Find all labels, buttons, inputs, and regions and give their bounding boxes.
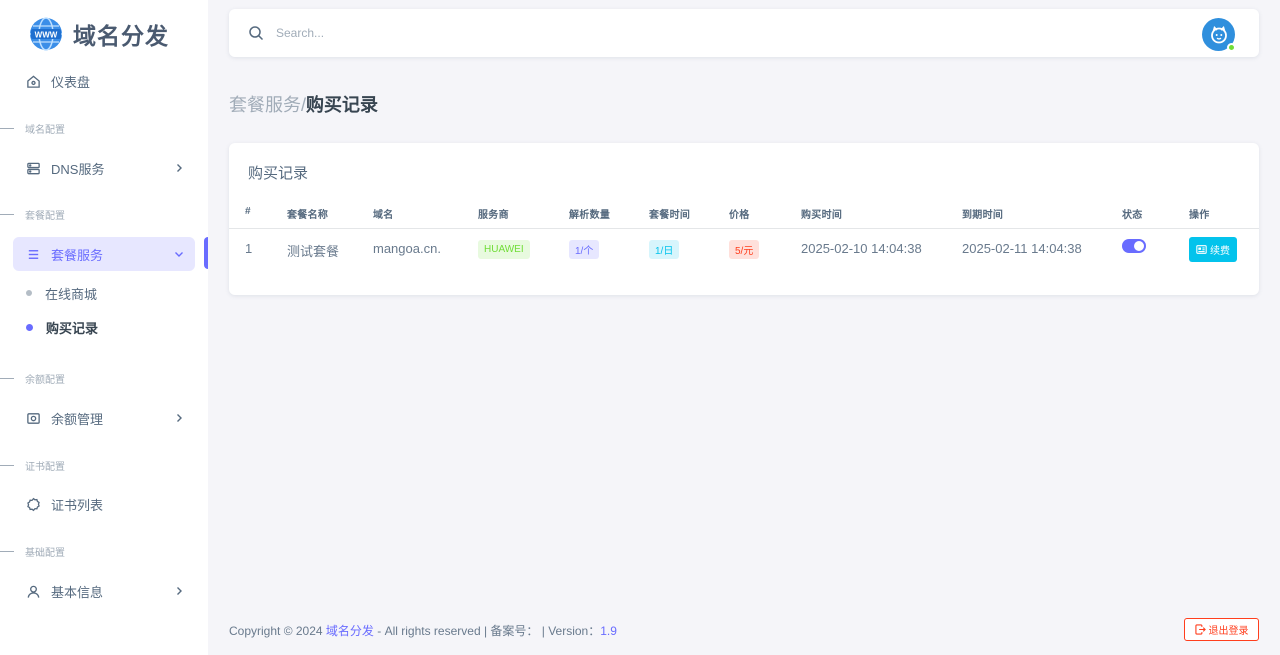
sidebar-subitem-purchase-records[interactable]: 购买记录 <box>26 317 98 337</box>
purchase-records-card: 购买记录 # 套餐名称 域名 服务商 解析数量 套餐时间 价格 购买时间 到期时… <box>229 143 1259 295</box>
cell-expire-time: 2025-02-11 14:04:38 <box>962 241 1082 256</box>
avatar[interactable] <box>1202 18 1236 52</box>
chevron-down-icon <box>175 252 183 257</box>
home-icon <box>25 73 41 89</box>
cat-avatar-icon <box>1210 25 1227 43</box>
badge-icon <box>25 496 41 512</box>
breadcrumb-parent[interactable]: 套餐服务/ <box>229 95 306 115</box>
brand[interactable]: WWW 域名分发 <box>29 16 169 52</box>
menu-header-package: 套餐配置 <box>0 207 208 222</box>
sidebar: WWW 域名分发 仪表盘 域名配置 DNS服务 套餐配置 套餐服务 在线商城 购… <box>0 0 208 655</box>
package-time-badge: 1/日 <box>649 240 680 259</box>
column-header: 价格 <box>729 210 750 221</box>
column-header: 状态 <box>1122 210 1143 221</box>
cell-purchase-time: 2025-02-10 14:04:38 <box>801 241 922 256</box>
sidebar-item-package-service[interactable]: 套餐服务 <box>13 237 195 271</box>
breadcrumb: 套餐服务/购买记录 <box>229 91 378 117</box>
sidebar-subitem-online-store[interactable]: 在线商城 <box>26 283 97 303</box>
menu-header-domain: 域名配置 <box>0 121 208 136</box>
user-icon <box>25 583 41 599</box>
menu-header-basic: 基础配置 <box>0 544 208 559</box>
footer-brand-link[interactable]: 域名分发 <box>326 624 374 638</box>
logout-icon <box>1194 624 1206 635</box>
page-title: 购买记录 <box>306 95 379 115</box>
svg-text:WWW: WWW <box>35 31 58 40</box>
cell-index: 1 <box>245 241 253 256</box>
footer-rights: - All rights reserved | 备案号： | Version： <box>373 624 601 638</box>
sidebar-item-label: 仪表盘 <box>51 74 91 90</box>
menu-header-cert: 证书配置 <box>0 458 208 473</box>
card-id-icon <box>1196 245 1207 254</box>
status-toggle[interactable] <box>1122 239 1146 253</box>
renew-button[interactable]: 续费 <box>1189 237 1237 262</box>
menu-header-balance: 余额配置 <box>0 371 208 386</box>
price-badge: 5/元 <box>729 240 760 259</box>
footer-version: 1.9 <box>600 624 617 638</box>
online-status-dot <box>1227 43 1236 52</box>
sidebar-item-cert-list[interactable]: 证书列表 <box>13 487 195 521</box>
sidebar-item-dashboard[interactable]: 仪表盘 <box>13 64 195 98</box>
chevron-right-icon <box>177 587 182 595</box>
cell-domain: mangoa.cn. <box>373 241 441 256</box>
active-indicator <box>204 237 208 269</box>
sidebar-item-balance[interactable]: 余额管理 <box>13 401 195 435</box>
bullet-icon <box>26 290 32 296</box>
sidebar-item-dns[interactable]: DNS服务 <box>13 151 195 185</box>
sidebar-item-label: 基本信息 <box>51 584 104 600</box>
sidebar-item-label: 余额管理 <box>51 411 104 427</box>
logout-button[interactable]: 退出登录 <box>1184 618 1259 641</box>
column-header: 操作 <box>1189 210 1210 221</box>
server-icon <box>25 160 41 176</box>
chevron-right-icon <box>177 414 182 422</box>
sidebar-item-label: 套餐服务 <box>51 247 104 263</box>
column-header: 套餐名称 <box>287 210 329 221</box>
column-header: 服务商 <box>478 210 509 221</box>
globe-www-icon: WWW <box>30 17 62 51</box>
sidebar-item-basic-info[interactable]: 基本信息 <box>13 574 195 608</box>
column-header: 域名 <box>373 210 394 221</box>
provider-badge: HUAWEI <box>478 240 530 259</box>
column-header: # <box>245 206 251 217</box>
footer-copyright: Copyright © 2024 <box>229 624 326 638</box>
card-title: 购买记录 <box>248 165 309 182</box>
menu-lines-icon <box>25 246 41 262</box>
cell-package-name: 测试套餐 <box>287 244 340 259</box>
footer: Copyright © 2024 域名分发 - All rights reser… <box>229 622 617 639</box>
search-icon <box>249 26 264 41</box>
column-header: 到期时间 <box>962 210 1004 221</box>
brand-name: 域名分发 <box>73 23 169 49</box>
column-header: 购买时间 <box>801 210 843 221</box>
column-header: 解析数量 <box>569 210 611 221</box>
camera-box-icon <box>25 410 41 426</box>
bullet-icon <box>26 323 33 331</box>
sidebar-item-label: DNS服务 <box>51 161 105 177</box>
resolve-count-badge: 1/个 <box>569 240 600 259</box>
column-header: 套餐时间 <box>649 210 691 221</box>
sidebar-item-label: 证书列表 <box>51 497 104 513</box>
search-input[interactable] <box>276 23 676 43</box>
table-header-divider <box>229 228 1259 229</box>
chevron-right-icon <box>177 164 182 172</box>
top-navbar <box>229 9 1259 57</box>
